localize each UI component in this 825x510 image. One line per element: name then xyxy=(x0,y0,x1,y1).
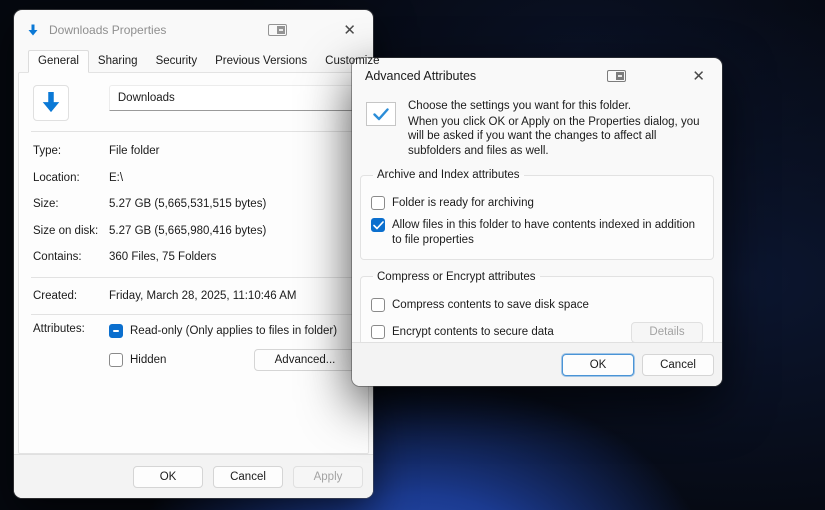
hidden-label: Hidden xyxy=(130,354,166,366)
attributes-check-icon xyxy=(366,102,396,126)
size-value: 5.27 GB (5,665,531,515 bytes) xyxy=(109,198,266,210)
close-icon[interactable]: ✕ xyxy=(688,67,709,86)
main-titlebar[interactable]: Downloads Properties ✕ xyxy=(14,10,373,50)
tab-sharing[interactable]: Sharing xyxy=(89,51,147,72)
type-row: Type: File folder xyxy=(33,138,356,165)
intro-line1: Choose the settings you want for this fo… xyxy=(408,100,708,112)
type-label: Type: xyxy=(33,145,109,157)
contains-label: Contains: xyxy=(33,251,109,263)
compress-label: Compress contents to save disk space xyxy=(392,298,589,313)
attributes-label: Attributes: xyxy=(33,323,109,371)
archiving-label: Folder is ready for archiving xyxy=(392,196,534,211)
location-label: Location: xyxy=(33,172,109,184)
compress-option[interactable]: Compress contents to save disk space xyxy=(371,298,703,313)
desktop-wallpaper: Downloads Properties ✕ General Sharing S… xyxy=(0,0,825,510)
folder-icon-box xyxy=(33,85,69,121)
encrypt-label: Encrypt contents to secure data xyxy=(392,325,554,340)
hidden-option[interactable]: Hidden xyxy=(109,352,166,368)
size-on-disk-label: Size on disk: xyxy=(33,225,109,237)
advanced-ok-button[interactable]: OK xyxy=(562,354,634,376)
advanced-dialog-footer: OK Cancel xyxy=(352,342,722,386)
ok-button[interactable]: OK xyxy=(133,466,203,488)
compress-checkbox[interactable] xyxy=(371,298,385,312)
size-row: Size: 5.27 GB (5,665,531,515 bytes) xyxy=(33,191,356,218)
encrypt-option[interactable]: Encrypt contents to secure data xyxy=(371,325,554,340)
contains-row: Contains: 360 Files, 75 Folders xyxy=(33,244,356,271)
advanced-button[interactable]: Advanced... xyxy=(254,349,356,371)
size-on-disk-row: Size on disk: 5.27 GB (5,665,980,416 byt… xyxy=(33,218,356,245)
created-row: Created: Friday, March 28, 2025, 11:10:4… xyxy=(33,283,356,310)
attributes-block: Attributes: Read-only (Only applies to f… xyxy=(33,323,356,371)
encrypt-checkbox[interactable] xyxy=(371,325,385,339)
advanced-attributes-dialog: Advanced Attributes ✕ Choose the setting… xyxy=(352,58,722,386)
keyboard-icon xyxy=(607,70,626,82)
divider xyxy=(31,277,356,278)
divider xyxy=(31,131,356,132)
details-button[interactable]: Details xyxy=(631,322,703,343)
archive-index-group-title: Archive and Index attributes xyxy=(373,169,524,181)
location-row: Location: E:\ xyxy=(33,165,356,192)
archiving-option[interactable]: Folder is ready for archiving xyxy=(371,196,703,211)
apply-button[interactable]: Apply xyxy=(293,466,363,488)
folder-name-input[interactable] xyxy=(109,85,356,111)
compress-encrypt-group-title: Compress or Encrypt attributes xyxy=(373,271,540,283)
tab-security[interactable]: Security xyxy=(147,51,207,72)
tab-general[interactable]: General xyxy=(28,50,89,73)
main-dialog-footer: OK Cancel Apply xyxy=(14,454,373,498)
size-label: Size: xyxy=(33,198,109,210)
created-label: Created: xyxy=(33,290,109,302)
folder-name-row xyxy=(33,85,356,121)
downloads-properties-dialog: Downloads Properties ✕ General Sharing S… xyxy=(14,10,373,498)
advanced-titlebar[interactable]: Advanced Attributes ✕ xyxy=(352,58,722,90)
hidden-checkbox[interactable] xyxy=(109,353,123,367)
intro-line2: When you click OK or Apply on the Proper… xyxy=(408,115,708,158)
general-tab-panel: Type: File folder Location: E:\ Size: 5.… xyxy=(18,72,369,454)
index-contents-option[interactable]: Allow files in this folder to have conte… xyxy=(371,218,703,248)
contains-value: 360 Files, 75 Folders xyxy=(109,251,216,263)
downloads-folder-icon xyxy=(40,91,62,115)
size-on-disk-value: 5.27 GB (5,665,980,416 bytes) xyxy=(109,225,266,237)
index-contents-checkbox[interactable] xyxy=(371,218,385,232)
created-value: Friday, March 28, 2025, 11:10:46 AM xyxy=(109,290,297,302)
tab-customize[interactable]: Customize xyxy=(316,51,388,72)
tab-previous-versions[interactable]: Previous Versions xyxy=(206,51,316,72)
archive-index-group: Archive and Index attributes Folder is r… xyxy=(360,169,714,260)
readonly-option[interactable]: Read-only (Only applies to files in fold… xyxy=(109,323,356,339)
keyboard-icon xyxy=(268,24,287,36)
advanced-cancel-button[interactable]: Cancel xyxy=(642,354,714,376)
properties-tab-strip: General Sharing Security Previous Versio… xyxy=(14,50,373,72)
location-value: E:\ xyxy=(109,172,123,184)
index-contents-label: Allow files in this folder to have conte… xyxy=(392,218,703,248)
type-value: File folder xyxy=(109,145,160,157)
download-arrow-icon xyxy=(27,24,39,37)
divider xyxy=(31,314,356,315)
archiving-checkbox[interactable] xyxy=(371,196,385,210)
readonly-label: Read-only (Only applies to files in fold… xyxy=(130,325,337,337)
main-dialog-title: Downloads Properties xyxy=(49,23,166,37)
cancel-button[interactable]: Cancel xyxy=(213,466,283,488)
close-icon[interactable]: ✕ xyxy=(339,21,360,40)
readonly-checkbox[interactable] xyxy=(109,324,123,338)
advanced-intro: Choose the settings you want for this fo… xyxy=(352,90,722,158)
